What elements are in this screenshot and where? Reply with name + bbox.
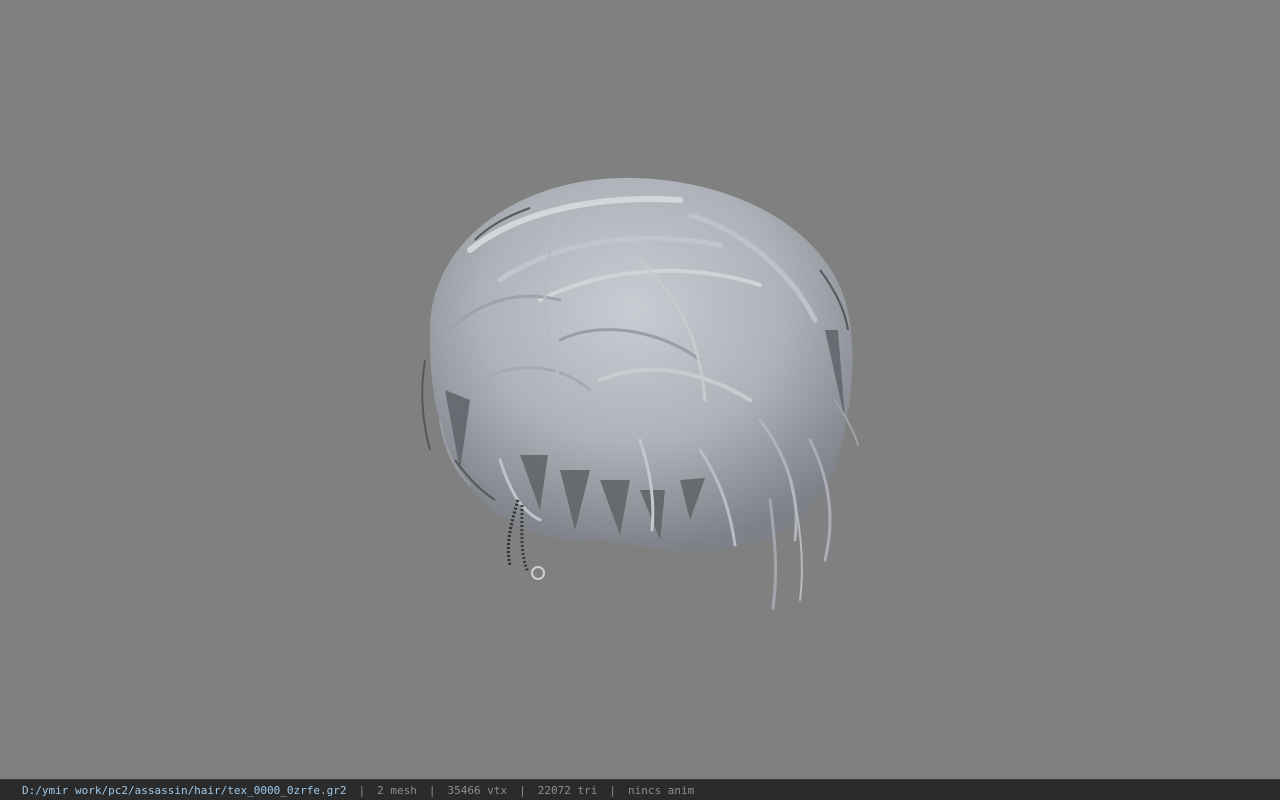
- 3d-viewport[interactable]: [0, 0, 1280, 779]
- hair-model-render: [421, 177, 859, 610]
- file-path: D:/ymir work/pc2/assassin/hair/tex_0000_…: [22, 783, 347, 797]
- vertex-count: 35466 vtx: [447, 783, 508, 797]
- mesh-count: 2 mesh: [377, 783, 417, 797]
- separator: |: [519, 783, 526, 797]
- separator: |: [609, 783, 616, 797]
- separator: |: [358, 783, 366, 797]
- triangle-count: 22072 tri: [537, 783, 598, 797]
- separator: |: [428, 783, 436, 797]
- animation-status: nincs anim: [627, 783, 695, 797]
- status-bar: D:/ymir work/pc2/assassin/hair/tex_0000_…: [0, 779, 1280, 800]
